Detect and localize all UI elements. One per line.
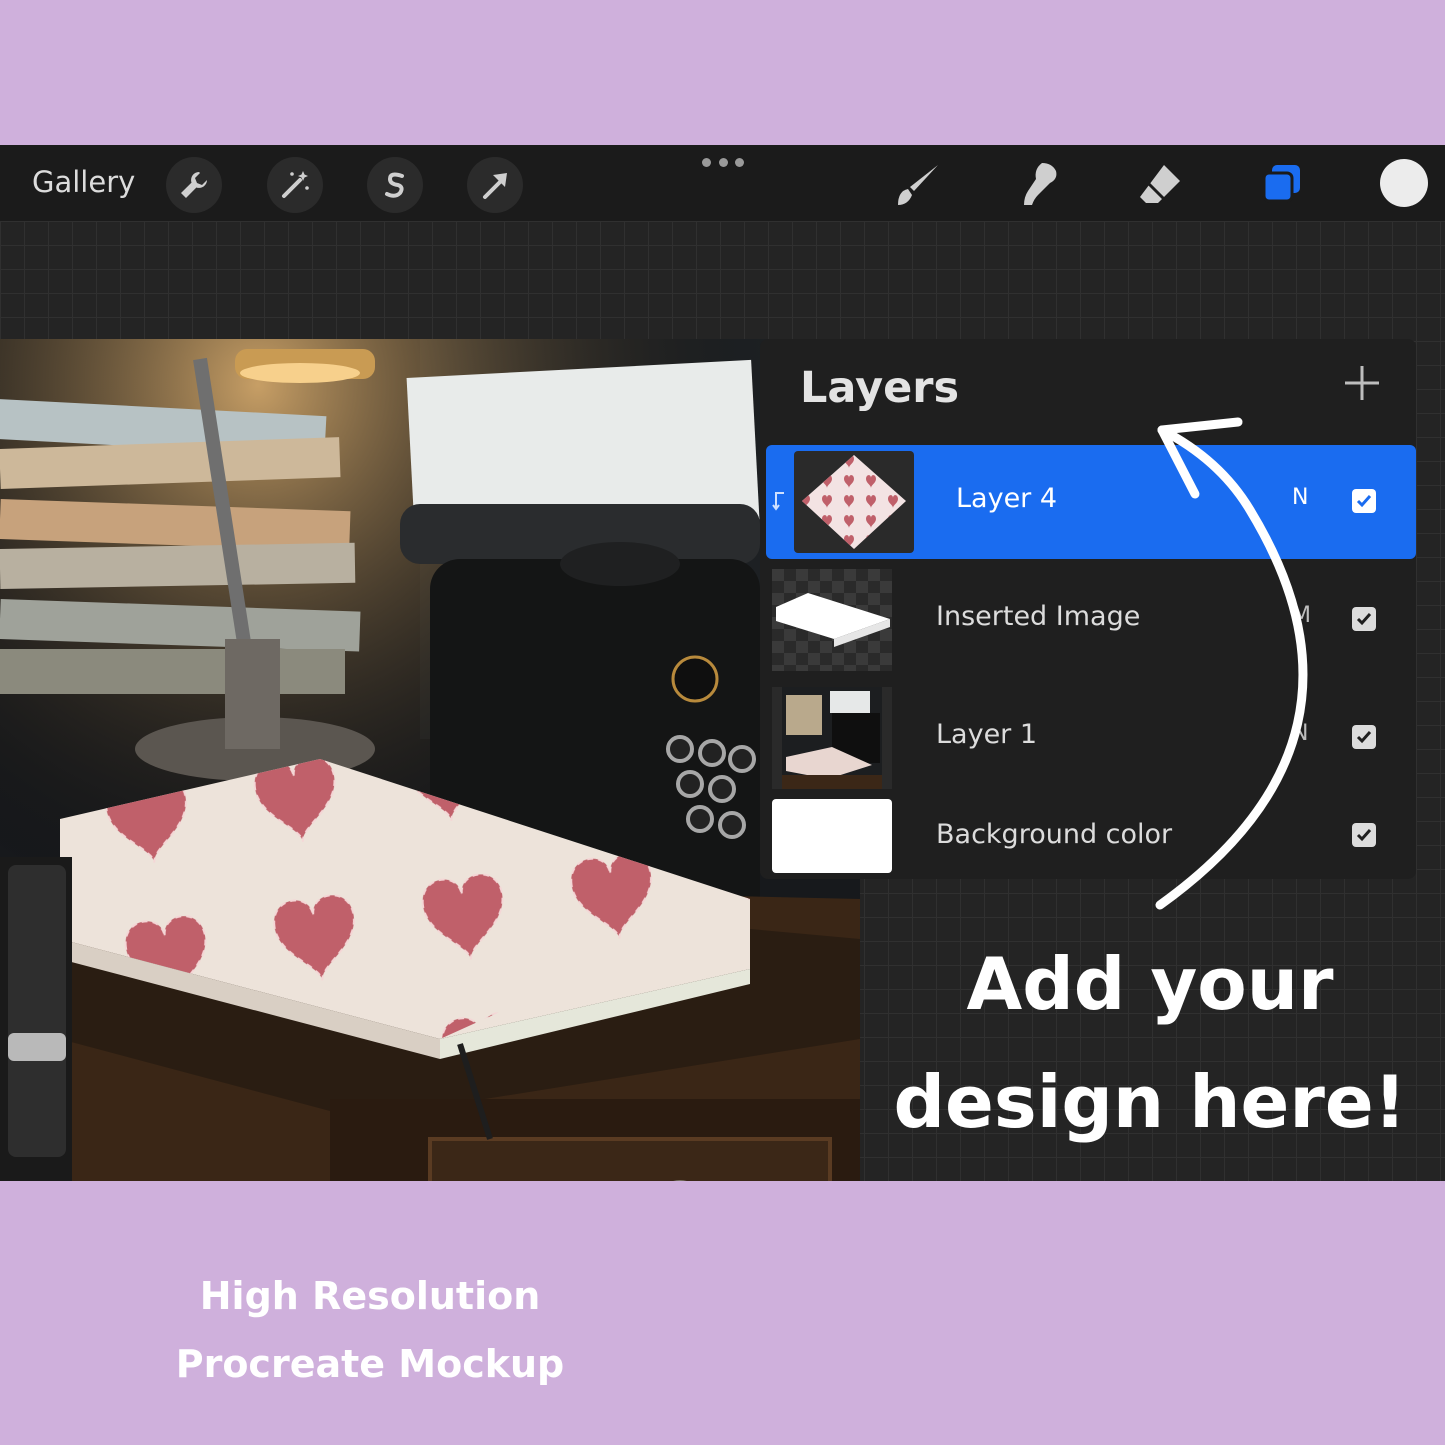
smudge-icon [1024,163,1057,205]
background-color-swatch [772,799,892,873]
top-background-band [0,0,1445,145]
visibility-checkbox[interactable] [1352,823,1376,847]
checkmark-icon [1356,731,1372,744]
add-design-callout: Add your design here! [880,925,1420,1161]
color-picker-button[interactable] [1380,159,1428,207]
selection-button[interactable] [367,157,423,213]
visibility-checkbox[interactable] [1352,725,1376,749]
checkmark-icon [1356,613,1372,626]
eraser-tool-button[interactable] [1132,157,1188,213]
transform-button[interactable] [467,157,523,213]
add-layer-icon[interactable] [1342,363,1382,403]
caption-line-1: High Resolution [199,1274,541,1318]
mockup-caption: High Resolution Procreate Mockup [150,1262,590,1398]
brush-size-slider[interactable] [8,865,66,1157]
selection-s-icon [385,172,404,198]
checkmark-icon [1356,829,1372,842]
magic-wand-icon [282,171,309,198]
more-options-icon[interactable] [702,155,744,169]
checkmark-icon [1356,495,1372,508]
layer-name: Layer 4 [956,483,1058,514]
smudge-tool-button[interactable] [1010,157,1066,213]
layers-icon [1262,165,1300,203]
gallery-button[interactable]: Gallery [32,165,135,199]
callout-line-1: Add your [966,942,1334,1026]
caption-line-2: Procreate Mockup [175,1342,565,1386]
visibility-checkbox[interactable] [1352,607,1376,631]
brush-icon [898,165,938,205]
actions-wrench-button[interactable] [166,157,222,213]
eraser-icon [1140,165,1180,203]
inserted-image-thumbnail [772,569,892,671]
visibility-checkbox[interactable] [1352,489,1376,513]
layers-tool-button[interactable] [1254,157,1310,213]
adjustments-button[interactable] [267,157,323,213]
brush-tool-button[interactable] [890,157,946,213]
callout-line-2: design here! [893,1060,1407,1144]
desk-scene-illustration [0,339,860,1181]
brush-size-slider-thumb[interactable] [8,1033,66,1061]
wrench-icon [181,172,207,198]
clipping-mask-icon [772,492,784,511]
layer-1-thumbnail [772,687,892,789]
top-toolbar: Gallery [0,145,1445,221]
layer-4-thumbnail [794,451,914,553]
layers-panel-title: Layers [800,363,960,413]
curved-arrow-icon [1155,417,1308,910]
layer-name: Layer 1 [936,719,1038,750]
mockup-photo [0,339,860,1181]
left-sidebar [0,857,72,1181]
transform-arrow-icon [483,173,507,199]
